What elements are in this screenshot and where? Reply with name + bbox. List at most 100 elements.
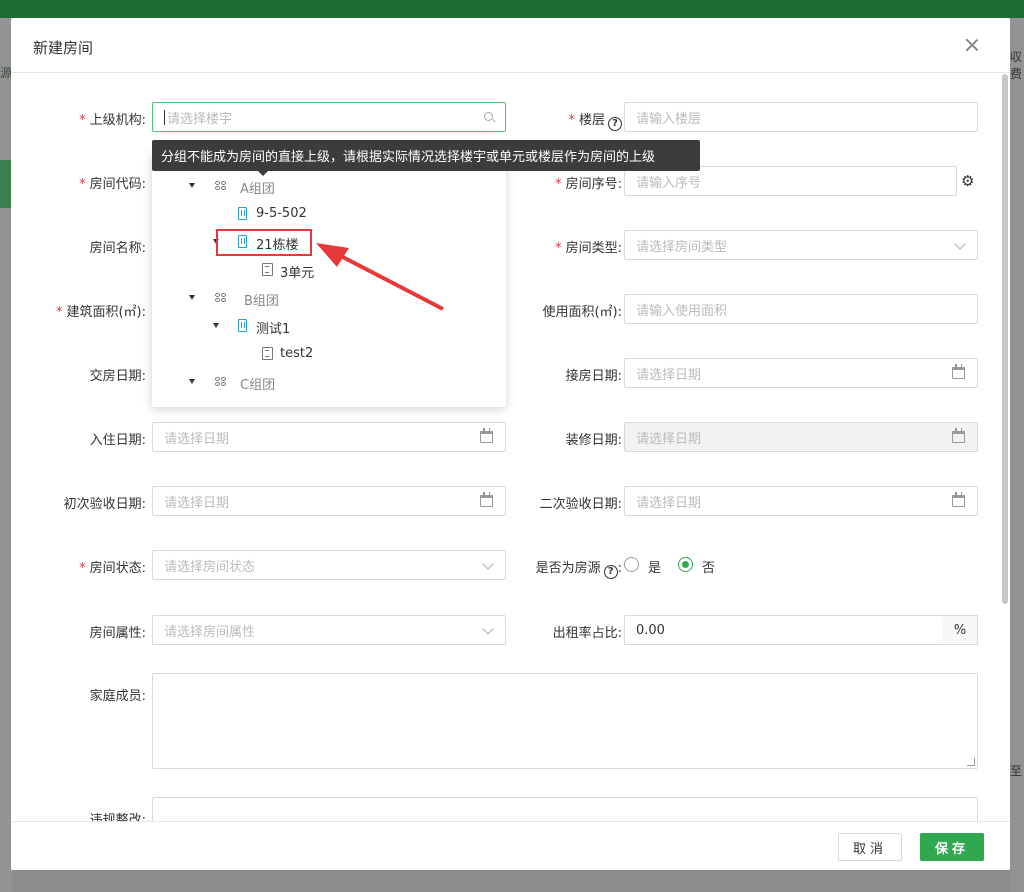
room-code-label: * 房间代码: — [79, 177, 146, 192]
room-attr-select[interactable]: 请选择房间属性 — [152, 615, 506, 645]
checkin-date-picker[interactable]: 请选择日期 — [152, 422, 506, 452]
family-label: 家庭成员: — [89, 689, 146, 704]
tree-item-group-a[interactable]: A组团 — [240, 178, 275, 197]
checkin-date-label: 入住日期: — [89, 433, 146, 448]
dialog-title: 新建房间 — [33, 39, 94, 57]
tooltip-text: 分组不能成为房间的直接上级，请根据实际情况选择楼宇或单元或楼层作为房间的上级 — [161, 150, 656, 165]
dialog-header: 新建房间 — [11, 18, 1010, 73]
rent-ratio-value: 0.00 — [636, 622, 665, 638]
room-name-label: 房间名称: — [89, 241, 146, 256]
is-source-yes-radio[interactable] — [624, 557, 639, 572]
help-icon[interactable]: ? — [603, 565, 618, 579]
room-status-placeholder: 请选择房间状态 — [164, 559, 256, 575]
handover-date-label: 交房日期: — [89, 369, 146, 384]
room-attr-placeholder: 请选择房间属性 — [164, 624, 256, 640]
first-inspect-date-placeholder: 请选择日期 — [164, 495, 230, 511]
first-inspect-date-picker[interactable]: 请选择日期 — [152, 486, 506, 516]
expand-triangle-icon[interactable] — [189, 379, 195, 384]
room-seq-placeholder: 请输入序号 — [636, 175, 702, 191]
calendar-icon — [952, 492, 965, 507]
text-caret — [164, 110, 165, 125]
dialog-body: * 上级机构: 请选择楼宇 * 楼层? 请输入楼层 * 房间代码: * 房间序号: 请输… — [11, 74, 1010, 821]
first-inspect-date-label: 初次验收日期: — [63, 497, 146, 512]
room-status-select[interactable]: 请选择房间状态 — [152, 550, 506, 580]
expand-triangle-icon[interactable] — [189, 295, 195, 300]
decorate-date-placeholder: 请选择日期 — [636, 431, 702, 447]
tree-item-unit-3[interactable]: 3单元 — [280, 262, 314, 281]
room-attr-label: 房间属性: — [89, 626, 146, 641]
use-area-label: 使用面积(㎡): — [542, 305, 622, 320]
cancel-button[interactable]: 取消 — [838, 833, 902, 861]
violation-textarea[interactable] — [152, 797, 978, 821]
expand-triangle-icon[interactable] — [189, 183, 195, 188]
tree-item-test-2[interactable]: test2 — [280, 346, 313, 361]
receive-date-placeholder: 请选择日期 — [636, 367, 702, 383]
dialog-footer: 取消 保存 — [11, 821, 1010, 870]
receive-date-label: 接房日期: — [565, 369, 622, 384]
group-icon — [215, 181, 228, 191]
save-button[interactable]: 保存 — [920, 833, 984, 861]
rent-ratio-input[interactable]: 0.00 — [624, 615, 944, 645]
calendar-icon — [952, 364, 965, 379]
app-right-text: 収费 — [1010, 50, 1023, 81]
room-status-label: * 房间状态: — [79, 561, 146, 576]
gear-icon[interactable]: ⚙ — [961, 172, 974, 190]
tree-item-group-b[interactable]: B组团 — [244, 290, 279, 309]
tree-item-room[interactable]: 9-5-502 — [256, 206, 307, 221]
floor-label: * 楼层? — [568, 109, 622, 131]
floor-placeholder: 请输入楼层 — [636, 111, 702, 127]
rent-ratio-label: 出租率占比: — [552, 626, 622, 641]
room-seq-label: * 房间序号: — [555, 177, 622, 192]
is-source-no-label[interactable]: 否 — [702, 557, 715, 576]
decorate-date-label: 装修日期: — [565, 433, 622, 448]
use-area-placeholder: 请输入使用面积 — [636, 303, 728, 319]
parent-org-placeholder: 请选择楼宇 — [167, 111, 233, 127]
dialog-scrollbar[interactable] — [1002, 74, 1008, 604]
chevron-down-icon — [482, 558, 494, 570]
parent-org-label: * 上级机构: — [79, 113, 146, 128]
calendar-icon — [480, 492, 493, 507]
second-inspect-date-picker[interactable]: 请选择日期 — [624, 486, 978, 516]
search-icon — [484, 112, 493, 121]
building-icon — [238, 207, 247, 220]
annotation-arrow — [316, 243, 444, 311]
floor-input[interactable]: 请输入楼层 — [624, 102, 978, 132]
app-right-edge: 収费 至 — [1010, 18, 1024, 892]
use-area-input[interactable]: 请输入使用面积 — [624, 294, 978, 324]
decorate-date-picker: 请选择日期 — [624, 422, 978, 452]
checkin-date-placeholder: 请选择日期 — [164, 431, 230, 447]
is-source-label: 是否为房源?: — [535, 561, 622, 579]
violation-label: 违规整改: — [89, 813, 146, 821]
percent-addon: % — [943, 615, 978, 645]
parent-org-select[interactable]: 请选择楼宇 — [152, 102, 506, 132]
app-right-text: 至 — [1010, 764, 1023, 778]
room-type-select[interactable]: 请选择房间类型 — [624, 230, 978, 260]
resize-handle[interactable] — [967, 758, 975, 766]
tree-item-group-c[interactable]: C组团 — [240, 374, 275, 393]
expand-triangle-icon[interactable] — [213, 323, 219, 328]
build-area-label: * 建筑面积(㎡): — [55, 305, 146, 320]
chevron-down-icon — [482, 623, 494, 635]
second-inspect-date-label: 二次验收日期: — [539, 497, 622, 512]
is-source-no-radio[interactable] — [678, 557, 693, 572]
building-icon — [238, 319, 247, 332]
new-room-dialog: 新建房间 * 上级机构: 请选择楼宇 * 楼层? 请输入楼层 * 房间代码: * 房间序… — [11, 18, 1010, 870]
family-textarea[interactable] — [152, 673, 978, 769]
unit-icon — [262, 263, 273, 276]
room-type-label: * 房间类型: — [555, 241, 622, 256]
app-top-bar — [0, 0, 1024, 18]
annotation-highlight-box — [216, 229, 312, 256]
tooltip-arrow — [258, 171, 268, 176]
group-icon — [215, 377, 228, 387]
tooltip: 分组不能成为房间的直接上级，请根据实际情况选择楼宇或单元或楼层作为房间的上级 — [152, 140, 700, 171]
tree-item-test-1[interactable]: 测试1 — [256, 318, 290, 337]
is-source-yes-label[interactable]: 是 — [648, 557, 661, 576]
help-icon[interactable]: ? — [608, 117, 622, 131]
second-inspect-date-placeholder: 请选择日期 — [636, 495, 702, 511]
close-icon[interactable] — [962, 35, 982, 55]
receive-date-picker[interactable]: 请选择日期 — [624, 358, 978, 388]
unit-icon — [262, 347, 273, 360]
calendar-icon — [952, 428, 965, 443]
chevron-down-icon — [954, 238, 966, 250]
calendar-icon — [480, 428, 493, 443]
